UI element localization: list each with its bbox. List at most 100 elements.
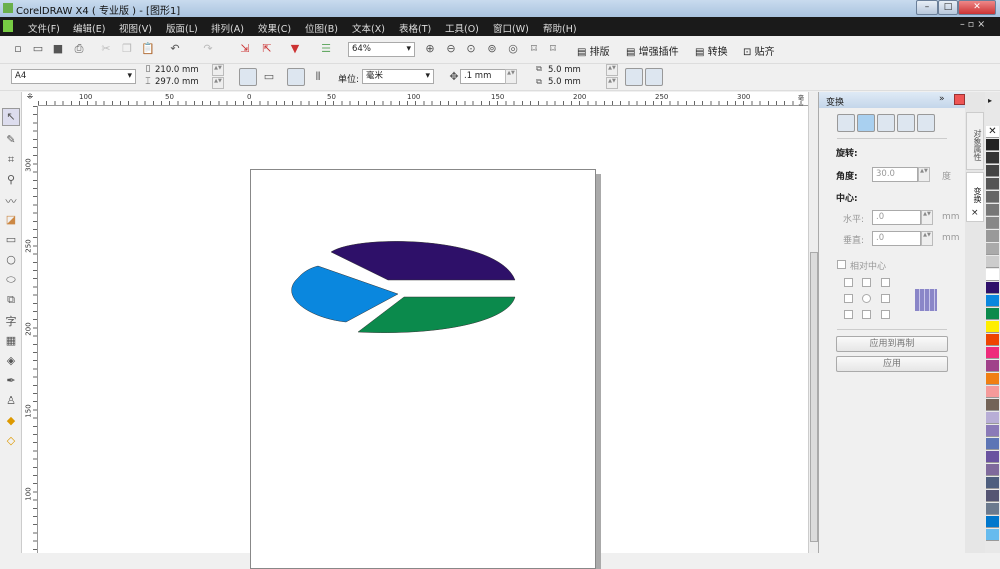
vertical-scrollbar[interactable] (808, 92, 818, 553)
color-swatch[interactable] (986, 373, 999, 385)
color-swatch[interactable] (986, 412, 999, 424)
pie-graphic[interactable] (38, 106, 808, 553)
zoom-selected-icon[interactable]: ⊙ (463, 42, 479, 55)
scroll-thumb[interactable] (810, 252, 818, 542)
anchor-right[interactable] (881, 294, 890, 303)
cut-icon[interactable]: ✂ (98, 42, 114, 55)
center-vertical-input[interactable]: .0 (872, 231, 921, 246)
color-swatch[interactable] (986, 516, 999, 528)
dup-y-spinner[interactable]: ▲▼ (606, 77, 618, 89)
anchor-top[interactable] (862, 278, 871, 287)
zoom-tool-icon[interactable]: ⚲ (3, 173, 19, 186)
vertical-spinner[interactable]: ▲▼ (921, 231, 933, 246)
no-color-swatch[interactable]: ✕ (986, 126, 999, 138)
export-icon[interactable]: ⇱ (259, 42, 275, 55)
zoom-level-select[interactable]: 64% (348, 42, 415, 57)
docker-close-button[interactable] (954, 94, 965, 105)
color-swatch[interactable] (986, 191, 999, 203)
zoom-page-icon[interactable]: ◎ (505, 42, 521, 55)
menu-arrange[interactable]: 排列(A) (211, 21, 244, 35)
color-swatch[interactable] (986, 464, 999, 476)
color-swatch[interactable] (986, 139, 999, 151)
horizontal-ruler[interactable]: 100 50 0 50 100 150 200 250 300 毫米 (38, 92, 808, 111)
plugin-convert[interactable]: ▤ 转换 (695, 43, 728, 58)
anchor-bottom[interactable] (862, 310, 871, 319)
copy-icon[interactable]: ❐ (119, 42, 135, 55)
color-swatch[interactable] (986, 269, 999, 281)
table-tool-icon[interactable]: ▦ (3, 334, 19, 347)
height-spinner[interactable]: ▲▼ (212, 77, 224, 89)
color-swatch[interactable] (986, 243, 999, 255)
angle-input[interactable]: 30.0 (872, 167, 918, 182)
polygon-tool-icon[interactable]: ⬭ (3, 273, 19, 287)
palette-scroll-up-icon[interactable]: ▸ (988, 96, 992, 105)
color-swatch[interactable] (986, 529, 999, 541)
anchor-center[interactable] (862, 294, 871, 303)
rectangle-tool-icon[interactable]: ▭ (3, 233, 19, 246)
skew-mode-button[interactable] (917, 114, 935, 132)
expand-icon[interactable]: » (939, 94, 945, 104)
color-swatch[interactable] (986, 425, 999, 437)
treat-as-filled-button[interactable] (625, 68, 643, 86)
menu-effects[interactable]: 效果(C) (258, 21, 291, 35)
pick-tool-icon[interactable]: ↖ (3, 110, 19, 123)
zoom-out-icon[interactable]: ⊖ (443, 42, 459, 55)
color-swatch[interactable] (986, 165, 999, 177)
shape-tool-icon[interactable]: ✎ (3, 133, 19, 146)
color-swatch[interactable] (986, 178, 999, 190)
all-pages-button[interactable] (287, 68, 305, 86)
anchor-top-left[interactable] (844, 278, 853, 287)
apply-button[interactable]: 应用 (836, 356, 948, 372)
anchor-left[interactable] (844, 294, 853, 303)
color-swatch[interactable] (986, 360, 999, 372)
ellipse-tool-icon[interactable]: ○ (3, 253, 19, 266)
redo-icon[interactable]: ↷ (200, 42, 216, 55)
save-icon[interactable]: ■ (50, 42, 66, 55)
menu-tools[interactable]: 工具(O) (445, 21, 479, 35)
smart-fill-tool-icon[interactable]: ◪ (3, 213, 19, 226)
page-height-input[interactable]: 297.0 mm (152, 76, 212, 91)
color-swatch[interactable] (986, 451, 999, 463)
plugin-typeset[interactable]: ▤ 排版 (577, 43, 610, 58)
dup-x-spinner[interactable]: ▲▼ (606, 64, 618, 76)
welcome-icon[interactable]: ☰ (318, 42, 334, 55)
undo-icon[interactable]: ↶ (167, 42, 183, 55)
color-swatch[interactable] (986, 282, 999, 294)
drawing-canvas[interactable] (38, 106, 808, 569)
menu-window[interactable]: 窗口(W) (493, 21, 529, 35)
tab-object-properties[interactable]: 对象属性 (966, 112, 984, 170)
size-mode-button[interactable] (897, 114, 915, 132)
zoom-height-icon[interactable]: ⌑ (545, 42, 561, 55)
basic-shapes-tool-icon[interactable]: ⧉ (3, 293, 19, 307)
color-swatch[interactable] (986, 477, 999, 489)
angle-spinner[interactable]: ▲▼ (918, 167, 930, 182)
menu-file[interactable]: 文件(F) (28, 21, 60, 35)
print-icon[interactable]: ⎙ (71, 42, 87, 56)
menu-text[interactable]: 文本(X) (352, 21, 385, 35)
menu-view[interactable]: 视图(V) (119, 21, 152, 35)
width-spinner[interactable]: ▲▼ (212, 64, 224, 76)
menu-edit[interactable]: 编辑(E) (73, 21, 105, 35)
color-swatch[interactable] (986, 438, 999, 450)
new-icon[interactable]: ▫ (10, 42, 26, 55)
snap-to-objects-button[interactable] (645, 68, 663, 86)
zoom-in-icon[interactable]: ⊕ (422, 42, 438, 55)
paper-size-select[interactable]: A4 (11, 69, 136, 84)
color-swatch[interactable] (986, 217, 999, 229)
close-button[interactable]: ✕ (958, 0, 996, 15)
unit-select[interactable]: 毫米 (362, 69, 434, 84)
color-swatch[interactable] (986, 295, 999, 307)
eyedropper-tool-icon[interactable]: ✒ (3, 374, 19, 387)
menu-bitmaps[interactable]: 位图(B) (305, 21, 338, 35)
current-page-icon[interactable]: ⫴ (310, 70, 326, 84)
landscape-icon[interactable]: ▭ (261, 70, 277, 83)
nudge-spinner[interactable]: ▲▼ (505, 69, 517, 84)
color-swatch[interactable] (986, 152, 999, 164)
color-swatch[interactable] (986, 204, 999, 216)
menu-layout[interactable]: 版面(L) (166, 21, 198, 35)
application-launcher-icon[interactable]: ▼ (287, 42, 303, 55)
horizontal-spinner[interactable]: ▲▼ (921, 210, 933, 225)
plugin-snap[interactable]: ⊡ 贴齐 (743, 43, 775, 58)
color-swatch[interactable] (986, 399, 999, 411)
color-swatch[interactable] (986, 334, 999, 346)
